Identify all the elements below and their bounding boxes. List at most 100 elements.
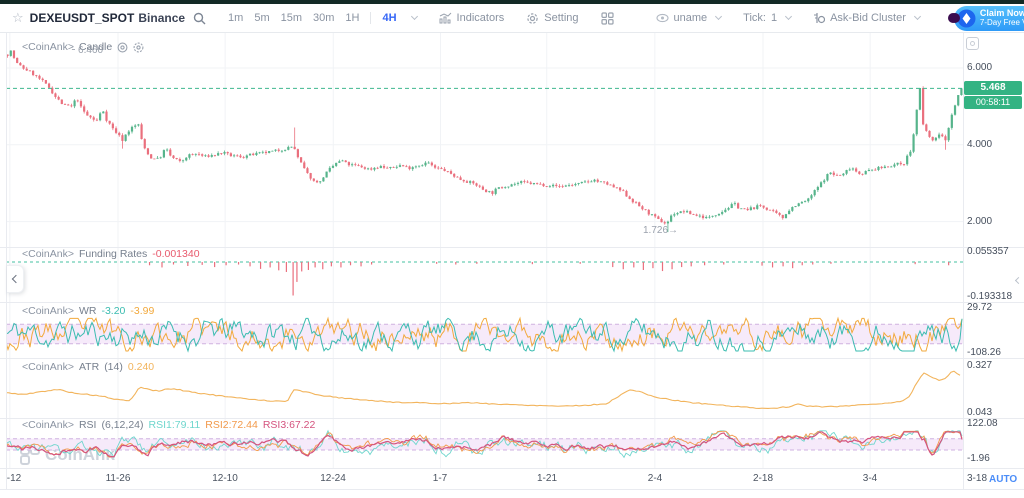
chevron-down-icon xyxy=(914,13,921,20)
legend-name: RSI xyxy=(79,419,97,431)
timeframe-4h-active[interactable]: 4H xyxy=(382,12,396,24)
screenshot-icon[interactable] xyxy=(966,37,979,50)
time-tick: 1-7 xyxy=(433,473,447,484)
claim-vip-button[interactable]: Claim Now 7-Day Free VIP Trial xyxy=(954,6,1024,31)
askbid-label: Ask-Bid Cluster xyxy=(830,12,906,24)
uname-menu[interactable]: uname xyxy=(656,12,722,24)
candle-countdown-badge: 00:58:11 xyxy=(964,96,1022,109)
symbol-name[interactable]: DEXEUSDT_SPOT xyxy=(30,11,135,25)
legend-source: <CoinAnk> xyxy=(22,419,74,431)
chevron-down-icon[interactable] xyxy=(411,13,418,20)
setting-label: Setting xyxy=(544,12,578,24)
legend-name: Funding Rates xyxy=(79,248,147,260)
legend-name: ATR xyxy=(79,361,99,373)
timeframe-15m[interactable]: 15m xyxy=(281,12,302,24)
legend-source: <CoinAnk> xyxy=(22,361,74,373)
funding-axis-top: 0.055357 xyxy=(967,247,1009,257)
wr-axis-top: 29.72 xyxy=(967,303,992,313)
eye-icon xyxy=(656,13,669,23)
timeframe-group: 1m 5m 15m 30m 1H 4H xyxy=(228,12,417,24)
time-tick: 3-4 xyxy=(863,473,877,484)
indicators-icon xyxy=(439,12,452,24)
askbid-cluster-menu[interactable]: Ask-Bid Cluster xyxy=(813,12,920,24)
wr-axis-bottom: -108.26 xyxy=(967,348,1001,358)
chevron-left-icon xyxy=(1014,276,1021,283)
time-tick: 3-18 xyxy=(967,473,987,484)
toolbar: ☆ DEXEUSDT_SPOT Binance 1m 5m 15m 30m 1H… xyxy=(0,4,1024,33)
rsi-axis-bottom: -1.96 xyxy=(967,454,990,464)
panel-separator[interactable] xyxy=(0,358,1024,359)
funding-axis-bottom: -0.193318 xyxy=(967,292,1012,302)
layout-grid-button[interactable] xyxy=(601,12,614,25)
exchange-name: Binance xyxy=(138,11,185,25)
legend-params: (14) xyxy=(104,361,123,373)
legend-source: <CoinAnk> xyxy=(22,41,74,53)
coinank-chart-app: ☆ DEXEUSDT_SPOT Binance 1m 5m 15m 30m 1H… xyxy=(0,0,1024,498)
rsi1-value: RSI1:79.11 xyxy=(149,419,201,431)
wr2-value: -3.99 xyxy=(130,305,154,317)
tick-label: Tick: xyxy=(743,12,766,24)
low-price-marker: 1.726→ xyxy=(643,225,678,236)
auto-scale-toggle[interactable]: AUTO xyxy=(989,474,1017,485)
gear-icon xyxy=(526,12,539,25)
tick-value: 1 xyxy=(771,12,777,24)
timeframe-divider xyxy=(370,12,371,24)
claim-line2: 7-Day Free VIP Trial xyxy=(980,18,1024,28)
high-price-marker: ╴6.460 xyxy=(72,45,103,56)
legend-source: <CoinAnk> xyxy=(22,305,74,317)
legend-source: <CoinAnk> xyxy=(22,248,74,260)
wr1-value: -3.20 xyxy=(101,305,125,317)
panel-separator[interactable] xyxy=(0,302,1024,303)
chart-region: CoinAnk <CoinAnk> Candle ╴6.460 1.726→ xyxy=(0,33,1024,490)
funding-legend: <CoinAnk> Funding Rates -0.001340 xyxy=(22,248,200,260)
price-tick: 6.000 xyxy=(967,63,992,73)
atr-value: 0.240 xyxy=(128,361,154,373)
collapse-left-panel-button[interactable] xyxy=(7,265,24,293)
time-tick: 12-24 xyxy=(320,473,346,484)
timeframe-1m[interactable]: 1m xyxy=(228,12,243,24)
tick-selector[interactable]: Tick: 1 xyxy=(743,12,791,24)
time-tick: 12-10 xyxy=(212,473,238,484)
indicators-button[interactable]: Indicators xyxy=(439,12,505,24)
search-icon[interactable] xyxy=(193,12,206,25)
claim-line1: Claim Now xyxy=(980,8,1024,18)
atr-axis-bottom: 0.043 xyxy=(967,408,992,418)
rsi-legend: <CoinAnk> RSI (6,12,24) RSI1:79.11 RSI2:… xyxy=(22,419,315,431)
setting-button[interactable]: Setting xyxy=(526,12,578,25)
timeframe-30m[interactable]: 30m xyxy=(313,12,334,24)
time-tick: 2-18 xyxy=(753,473,773,484)
price-tick: 2.000 xyxy=(967,217,992,227)
rsi-axis-top: 122.08 xyxy=(967,419,998,429)
plot-left-border xyxy=(6,33,7,490)
timeframe-5m[interactable]: 5m xyxy=(254,12,269,24)
wr-legend: <CoinAnk> WR -3.20 -3.99 xyxy=(22,305,154,317)
chevron-down-icon xyxy=(715,13,722,20)
atr-legend: <CoinAnk> ATR (14) 0.240 xyxy=(22,361,154,373)
last-price-badge: 5.468 xyxy=(964,81,1022,95)
atr-axis-top: 0.327 xyxy=(967,361,992,371)
favorite-star-icon[interactable]: ☆ xyxy=(12,10,24,26)
legend-name: WR xyxy=(79,305,97,317)
time-tick: -12 xyxy=(7,473,21,484)
timeframe-1h[interactable]: 1H xyxy=(345,12,359,24)
indicator-settings-gear-icon[interactable] xyxy=(133,42,144,53)
funding-value: -0.001340 xyxy=(152,248,199,260)
grid-icon xyxy=(601,12,614,25)
depth-bars-icon xyxy=(813,12,825,24)
time-tick: 1-21 xyxy=(537,473,557,484)
rsi3-value: RSI3:67.22 xyxy=(263,419,316,431)
chevron-left-icon xyxy=(12,275,20,283)
legend-params: (6,12,24) xyxy=(101,419,143,431)
time-tick: 2-4 xyxy=(648,473,662,484)
rsi2-value: RSI2:72.44 xyxy=(205,419,258,431)
chevron-down-icon xyxy=(785,13,792,20)
uname-label: uname xyxy=(674,12,708,24)
visibility-eye-icon[interactable] xyxy=(117,42,128,53)
panel-separator xyxy=(0,468,1024,469)
time-tick: 11-26 xyxy=(106,473,131,484)
gradient-handle-right[interactable] xyxy=(948,13,958,23)
expand-right-panel-handle[interactable] xyxy=(1013,269,1023,291)
indicators-label: Indicators xyxy=(457,12,505,24)
time-axis[interactable]: -12 11-26 12-10 12-24 1-7 1-21 2-4 2-18 … xyxy=(0,470,1024,490)
price-tick: 4.000 xyxy=(967,140,992,150)
